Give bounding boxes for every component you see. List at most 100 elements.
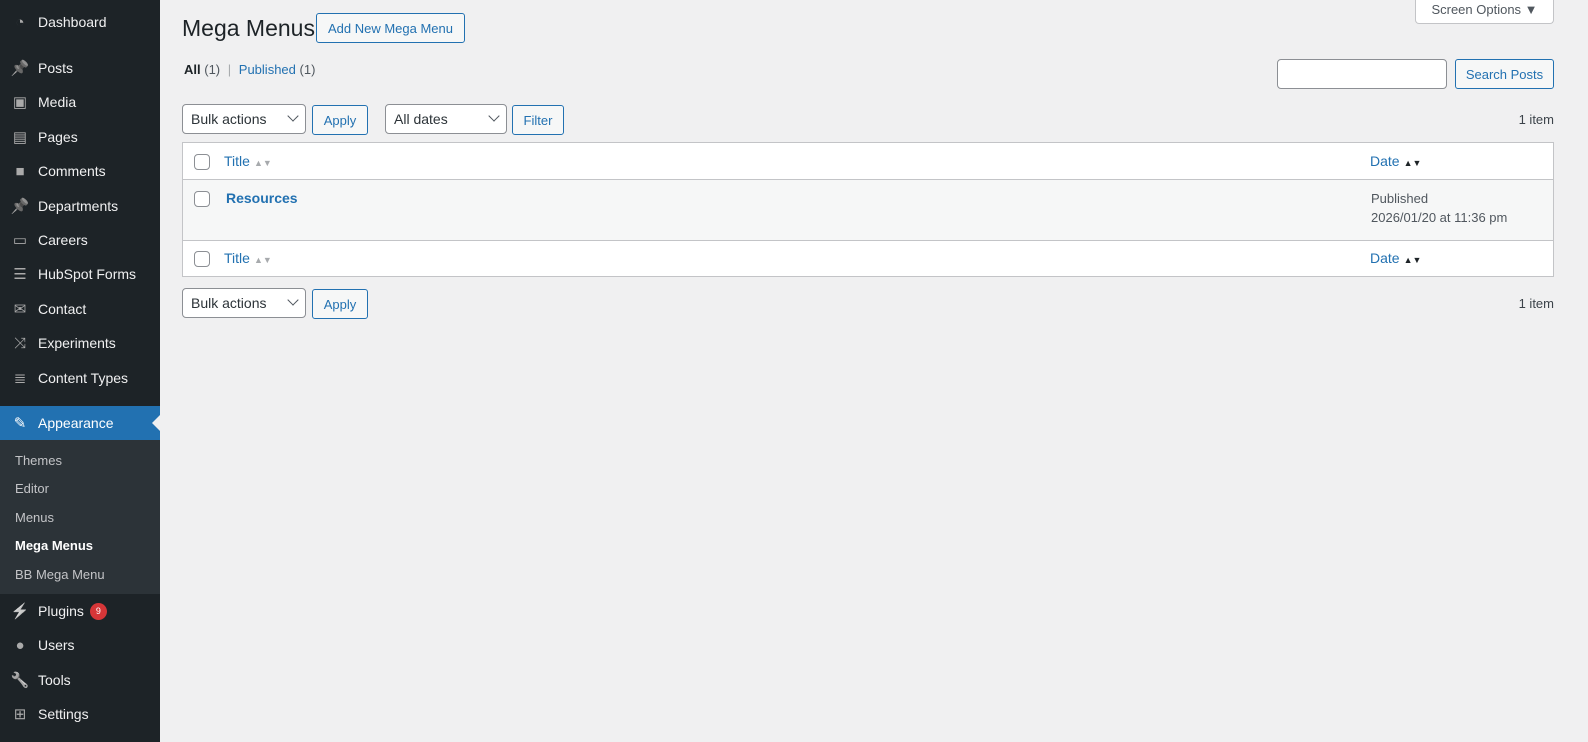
row-checkbox[interactable]: [194, 191, 210, 207]
pin-icon: 📌: [10, 198, 30, 215]
sidebar-item-label: Users: [38, 637, 75, 653]
sort-date-footer[interactable]: Date ▲▼: [1370, 250, 1421, 266]
sidebar-item-label: Careers: [38, 232, 88, 248]
select-all-checkbox-footer[interactable]: [194, 251, 210, 267]
posts-table: Title ▲▼ Date ▲▼ Resources Published 2026/…: [182, 142, 1554, 277]
add-new-mega-menu-button[interactable]: Add New Mega Menu: [316, 13, 465, 43]
sidebar-item-comments[interactable]: ■ Comments: [0, 154, 160, 188]
sidebar-item-label: Contact: [38, 301, 87, 317]
item-count-top: 1 item: [1518, 112, 1554, 127]
sidebar-item-label: Content Types: [38, 370, 129, 386]
chevron-down-icon: [488, 110, 500, 122]
pages-icon: ▤: [12, 129, 28, 146]
plug-icon: ⚡: [10, 603, 30, 620]
sidebar-item-settings[interactable]: ⊞ Settings: [0, 697, 160, 731]
row-date: 2026/01/20 at 11:36 pm: [1371, 210, 1508, 225]
screen-options-button[interactable]: Screen Options ▼: [1415, 0, 1554, 24]
sort-icon: ▲▼: [253, 255, 272, 265]
pin-icon: 📌: [10, 60, 30, 77]
submenu-item-editor[interactable]: Editor: [15, 481, 49, 496]
sidebar-item-label: Tools: [38, 672, 71, 688]
chevron-down-icon: [287, 294, 299, 306]
database-icon: ≣: [13, 370, 27, 387]
bulk-actions-label: Bulk actions: [191, 295, 267, 311]
bulk-actions-select-bottom[interactable]: Bulk actions: [182, 288, 306, 318]
view-published[interactable]: Published: [239, 62, 296, 77]
sidebar-item-label: Dashboard: [38, 14, 107, 30]
view-published-count: (1): [299, 62, 316, 77]
sidebar-item-label: HubSpot Forms: [38, 266, 137, 282]
sidebar-item-careers[interactable]: ▭ Careers: [0, 223, 160, 257]
mail-icon: ✉: [13, 301, 27, 318]
bulk-actions-label: Bulk actions: [191, 111, 267, 127]
sort-title-header[interactable]: Title ▲▼: [224, 153, 272, 169]
sidebar-item-label: Settings: [38, 706, 89, 722]
select-all-checkbox[interactable]: [194, 154, 210, 170]
row-title-link[interactable]: Resources: [226, 190, 298, 206]
apply-button-top[interactable]: Apply: [312, 105, 368, 135]
sidebar-item-label: Pages: [38, 129, 78, 145]
chevron-down-icon: [287, 110, 299, 122]
submenu-item-menus[interactable]: Menus: [15, 510, 54, 525]
form-icon: ☰: [13, 266, 27, 283]
sort-icon: ▲▼: [1403, 158, 1422, 168]
sidebar-item-hubspot-forms[interactable]: ☰ HubSpot Forms: [0, 257, 160, 291]
submenu-item-themes[interactable]: Themes: [15, 453, 62, 468]
sort-date-header[interactable]: Date ▲▼: [1370, 153, 1421, 169]
date-footer-label: Date: [1370, 250, 1400, 266]
sidebar-item-content-types[interactable]: ≣ Content Types: [0, 361, 160, 395]
sidebar-item-posts[interactable]: 📌 Posts: [0, 51, 160, 85]
submenu-item-mega-menus[interactable]: Mega Menus: [15, 538, 93, 553]
media-icon: ▣: [12, 94, 28, 111]
date-header-label: Date: [1370, 153, 1400, 169]
sidebar-item-pages[interactable]: ▤ Pages: [0, 120, 160, 154]
settings-icon: ⊞: [13, 706, 27, 723]
search-input[interactable]: [1277, 59, 1447, 89]
apply-button-bottom[interactable]: Apply: [312, 289, 368, 319]
sidebar-item-media[interactable]: ▣ Media: [0, 85, 160, 119]
wrench-icon: 🔧: [10, 672, 30, 689]
divider: [183, 240, 1553, 241]
sidebar-item-contact[interactable]: ✉ Contact: [0, 292, 160, 326]
row-status: Published: [1371, 191, 1429, 206]
sort-icon: ▲▼: [1403, 255, 1422, 265]
id-card-icon: ▭: [12, 232, 28, 249]
sidebar-item-label: Appearance: [38, 415, 114, 431]
view-filters: All (1) | Published (1): [184, 62, 315, 77]
page-title: Mega Menus: [182, 15, 315, 41]
sidebar-item-label: Departments: [38, 198, 119, 214]
comment-icon: ■: [15, 162, 25, 180]
title-footer-label: Title: [224, 250, 250, 266]
sidebar-item-departments[interactable]: 📌 Departments: [0, 189, 160, 223]
dates-select[interactable]: All dates: [385, 104, 507, 134]
title-header-label: Title: [224, 153, 250, 169]
search-posts-button[interactable]: Search Posts: [1455, 59, 1554, 89]
separator: |: [227, 62, 232, 77]
bulk-actions-select-top[interactable]: Bulk actions: [182, 104, 306, 134]
sort-icon: ▲▼: [253, 158, 272, 168]
sidebar-item-appearance[interactable]: ✎ Appearance: [0, 406, 160, 440]
sort-title-footer[interactable]: Title ▲▼: [224, 250, 272, 266]
paintbrush-icon: ✎: [13, 415, 27, 432]
update-count-badge: 9: [89, 602, 107, 620]
sidebar-item-plugins[interactable]: ⚡ Plugins 9: [0, 594, 160, 628]
sidebar-item-label: Media: [38, 94, 77, 110]
sidebar-item-label: Posts: [38, 60, 74, 76]
sidebar-item-label: Plugins: [38, 603, 84, 619]
table-row: Resources Published 2026/01/20 at 11:36 …: [183, 180, 1553, 240]
submenu-item-bb-mega-menu[interactable]: BB Mega Menu: [15, 567, 105, 582]
sidebar-item-dashboard[interactable]: ◔ Dashboard: [0, 5, 160, 39]
dashboard-icon: ◔: [15, 13, 25, 31]
sidebar-item-label: Comments: [38, 163, 106, 179]
sidebar-item-label: Experiments: [38, 335, 116, 351]
shuffle-icon: ⤨: [13, 334, 26, 352]
view-all-count: (1): [204, 62, 221, 77]
view-all[interactable]: All: [184, 62, 201, 77]
user-icon: ●: [15, 636, 25, 654]
sidebar-item-experiments[interactable]: ⤨ Experiments: [0, 326, 160, 360]
sidebar-item-users[interactable]: ● Users: [0, 628, 160, 662]
dates-label: All dates: [394, 111, 448, 127]
filter-button[interactable]: Filter: [512, 105, 564, 135]
sidebar-item-tools[interactable]: 🔧 Tools: [0, 663, 160, 697]
item-count-bottom: 1 item: [1518, 296, 1554, 311]
